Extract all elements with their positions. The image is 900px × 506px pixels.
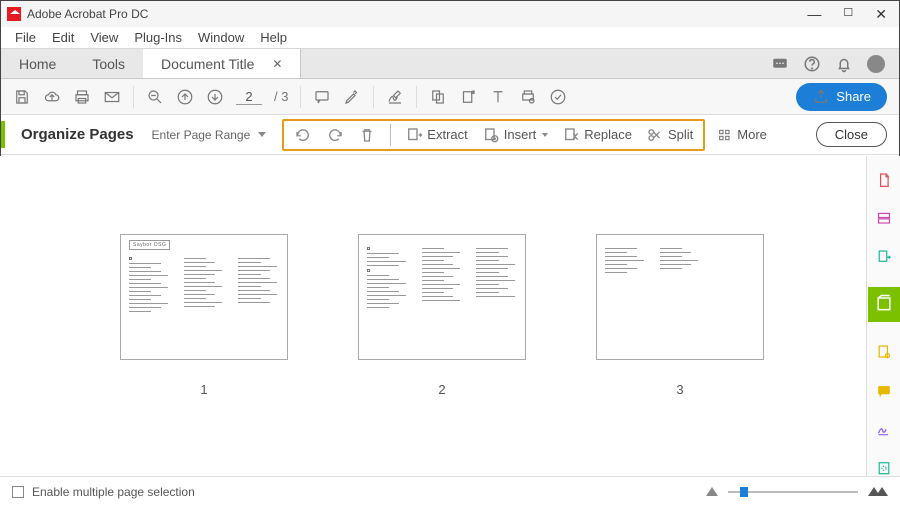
quick-toolbar: / 3 Share [1,79,899,115]
print-settings-icon[interactable] [519,88,537,106]
menu-edit[interactable]: Edit [46,30,80,45]
organize-toolbar: Organize Pages Enter Page Range Extract … [1,115,899,155]
zoom-slider[interactable] [728,491,858,493]
replace-button[interactable]: Replace [562,126,632,144]
share-button[interactable]: Share [796,83,887,111]
tab-home[interactable]: Home [1,49,74,78]
split-button[interactable]: Split [646,126,693,144]
right-tool-rail [866,156,900,476]
comment-icon[interactable] [313,88,331,106]
toolbar-divider [390,124,391,146]
tab-close-icon[interactable]: ✕ [272,57,282,71]
close-label: Close [835,127,868,142]
page-thumbnail[interactable]: 3 [596,234,764,397]
organize-pages-tool[interactable] [868,287,900,322]
zoom-out-thumb-icon[interactable] [706,487,718,496]
combine-files-icon[interactable] [874,210,894,226]
crop-pages-icon[interactable] [429,88,447,106]
tab-document-label: Document Title [161,56,254,72]
organize-title: Organize Pages [21,126,134,143]
window-close-button[interactable]: ✕ [875,6,887,23]
page-number-input[interactable] [236,89,262,105]
page-total-label: / 3 [274,89,288,104]
notifications-icon[interactable] [835,55,853,73]
organize-workspace: Saybor OSG 1 2 [0,156,866,476]
toolbar-divider [373,86,374,108]
toolbar-divider [416,86,417,108]
dropdown-chevron-icon [542,133,548,137]
menu-window[interactable]: Window [192,30,250,45]
more-button[interactable]: More [717,127,771,143]
footer: Enable multiple page selection [0,476,900,506]
zoom-out-icon[interactable] [146,88,164,106]
app-icon [7,7,21,21]
help-icon[interactable] [803,55,821,73]
protect-icon[interactable] [874,460,894,476]
page-thumbnail[interactable]: Saybor OSG 1 [120,234,288,397]
window-title: Adobe Acrobat Pro DC [27,7,148,21]
tab-document[interactable]: Document Title ✕ [143,49,301,78]
tab-tools[interactable]: Tools [74,49,143,78]
page-number-label: 3 [596,382,764,397]
tabbar: Home Tools Document Title ✕ [1,49,899,79]
sign-icon[interactable] [386,88,404,106]
page-thumbnail[interactable]: 2 [358,234,526,397]
replace-label: Replace [584,127,632,142]
window-titlebar: Adobe Acrobat Pro DC — ☐ ✕ [1,1,899,27]
extract-label: Extract [427,127,467,142]
rotate-page-icon[interactable] [459,88,477,106]
menu-plugins[interactable]: Plug-Ins [128,30,188,45]
multi-select-label: Enable multiple page selection [32,485,195,499]
insert-button[interactable]: Insert [482,126,549,144]
extract-button[interactable]: Extract [405,126,467,144]
close-organize-button[interactable]: Close [816,122,887,147]
page-number-label: 2 [358,382,526,397]
toolbar-divider [133,86,134,108]
toolbar-divider [300,86,301,108]
zoom-in-thumb-icon [876,487,888,496]
page-thumb-header: Saybor OSG [129,240,170,250]
page-range-dropdown[interactable]: Enter Page Range [152,128,267,142]
highlight-pen-icon[interactable] [343,88,361,106]
dropdown-chevron-icon [258,132,266,137]
cloud-upload-icon[interactable] [43,88,61,106]
check-circle-icon[interactable] [549,88,567,106]
add-text-icon[interactable] [489,88,507,106]
insert-label: Insert [504,127,537,142]
menu-help[interactable]: Help [254,30,293,45]
menu-view[interactable]: View [84,30,124,45]
rotate-cw-icon[interactable] [326,126,344,144]
more-label: More [737,127,767,142]
menubar: File Edit View Plug-Ins Window Help [1,27,899,49]
window-minimize-button[interactable]: — [807,6,821,23]
menu-file[interactable]: File [9,30,42,45]
organize-accent [1,121,5,148]
chat-icon[interactable] [771,55,789,73]
next-page-icon[interactable] [206,88,224,106]
mail-icon[interactable] [103,88,121,106]
export-pdf-icon[interactable] [874,249,894,265]
page-number-label: 1 [120,382,288,397]
split-label: Split [668,127,693,142]
window-maximize-button[interactable]: ☐ [843,6,853,23]
page-range-label: Enter Page Range [152,128,251,142]
delete-icon[interactable] [358,126,376,144]
edit-pdf-icon[interactable] [874,344,894,360]
create-pdf-icon[interactable] [874,172,894,188]
comment-tool-icon[interactable] [874,383,894,399]
zoom-slider-knob[interactable] [740,487,748,497]
share-label: Share [836,89,871,104]
organize-actions-highlight: Extract Insert Replace Split [282,119,705,151]
print-icon[interactable] [73,88,91,106]
rotate-ccw-icon[interactable] [294,126,312,144]
multi-select-checkbox[interactable] [12,486,24,498]
save-icon[interactable] [13,88,31,106]
fill-sign-icon[interactable] [874,421,894,437]
user-avatar[interactable] [867,55,885,73]
prev-page-icon[interactable] [176,88,194,106]
